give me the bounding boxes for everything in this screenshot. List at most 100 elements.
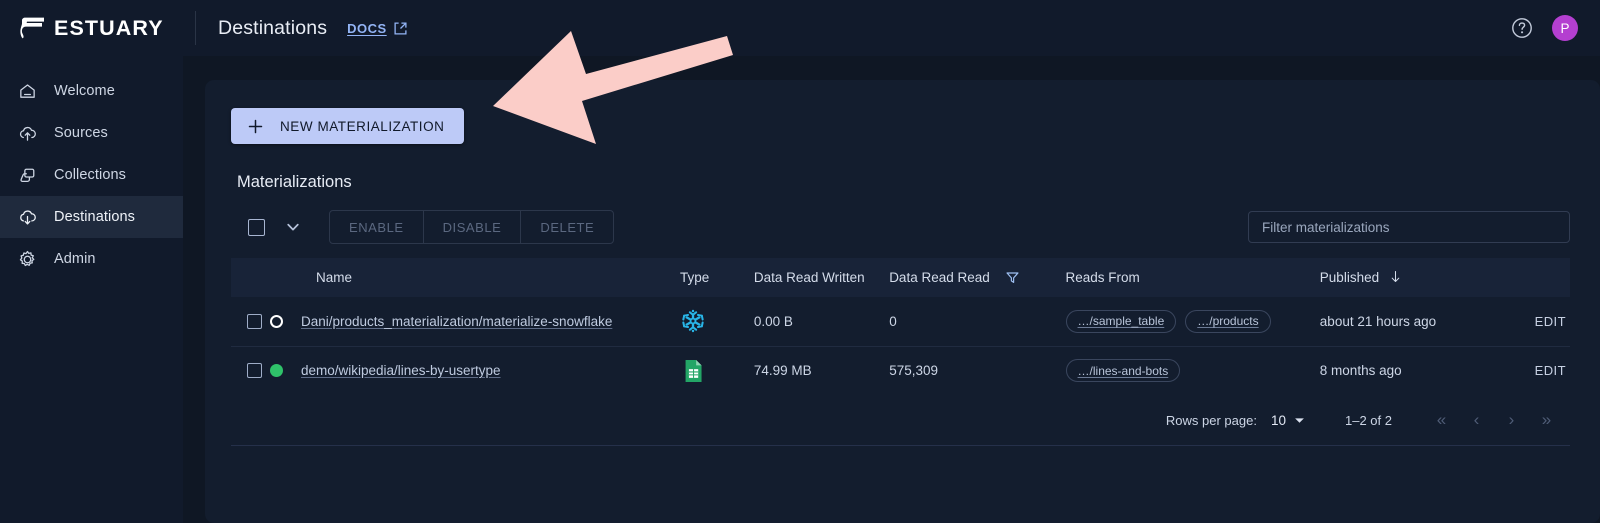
row-type-cell [680,345,754,395]
col-edit [1484,258,1570,297]
topbar-divider [195,11,196,45]
enable-button[interactable]: ENABLE [330,211,424,243]
sidebar-item-collections[interactable]: Collections [0,154,183,196]
reads-from-chip[interactable]: …/products [1185,309,1271,333]
sidebar-item-label: Sources [54,125,108,141]
help-circle-icon[interactable] [1511,17,1533,39]
page-title: Destinations [218,16,328,39]
table-header: Name Type Data Read Written Data Read Re… [231,258,1570,297]
row-reads-from: …/lines-and-bots [1065,345,1320,395]
status-indicator-active-icon [269,364,283,378]
cloud-download-icon [20,209,36,225]
select-all-checkbox[interactable] [248,218,265,236]
sidebar-item-admin[interactable]: Admin [0,238,183,280]
reads-from-chip[interactable]: …/lines-and-bots [1065,359,1181,383]
table-row[interactable]: demo/wikipedia/lines-by-usertype 74.99 M… [231,345,1570,395]
new-materialization-button[interactable]: NEW MATERIALIZATION [231,108,465,144]
delete-button[interactable]: DELETE [521,211,613,243]
page-body: Welcome Sources Collections Destinations… [0,56,1600,523]
rows-per-page-select[interactable]: 10 [1271,413,1305,428]
top-bar: ESTUARY Destinations DOCS P [0,0,1600,56]
row-data-read: 0 [889,313,897,329]
caret-down-icon [1295,417,1304,423]
row-reads-from: …/sample_table …/products [1065,297,1320,346]
last-page-button[interactable]: » [1529,405,1564,435]
row-name-cell: Dani/products_materialization/materializ… [269,297,680,346]
row-data-read: 575,309 [889,345,1066,395]
estuary-logo-icon [20,17,44,39]
disable-button[interactable]: DISABLE [424,211,522,243]
row-name-cell: demo/wikipedia/lines-by-usertype [269,345,681,395]
materializations-table: Name Type Data Read Written Data Read Re… [231,258,1570,395]
table-row[interactable]: Dani/products_materialization/materializ… [231,297,1570,346]
rows-per-page-label: Rows per page: [1165,412,1257,428]
avatar[interactable]: P [1552,15,1578,41]
gear-icon [19,250,35,266]
col-data-read-read[interactable]: Data Read Read [889,258,1065,297]
sidebar-item-sources[interactable]: Sources [0,112,183,154]
materializations-card: NEW MATERIALIZATION Materializations ENA… [205,80,1600,523]
chevron-down-icon[interactable] [285,219,301,235]
col-checkbox [231,258,270,297]
collections-icon [20,168,35,182]
prev-page-button[interactable]: ‹ [1459,405,1494,435]
brand-name: ESTUARY [54,15,164,40]
sidebar-item-label: Welcome [54,83,115,99]
col-published-label: Published [1319,270,1380,285]
main-content: NEW MATERIALIZATION Materializations ENA… [183,56,1600,523]
first-page-button[interactable]: « [1424,405,1459,435]
external-link-icon [394,21,407,35]
reads-from-chip[interactable]: …/sample_table [1065,309,1177,333]
next-page-button[interactable]: › [1494,405,1529,435]
pagination: Rows per page: 10 1–2 of 2 « ‹ › » [231,395,1570,446]
col-published[interactable]: Published [1320,258,1484,297]
col-data-read-written[interactable]: Data Read Written [754,258,889,297]
row-data-written: 0.00 B [753,313,793,329]
col-name[interactable]: Name [270,258,680,297]
sidebar-item-label: Admin [54,251,96,267]
row-data-written: 74.99 MB [753,345,890,395]
snowflake-icon [682,310,704,333]
sidebar-item-destinations[interactable]: Destinations [0,196,183,238]
edit-button[interactable]: EDIT [1484,363,1570,378]
edit-button[interactable]: EDIT [1484,314,1570,329]
row-checkbox-cell [231,297,270,346]
table-header-row: Name Type Data Read Written Data Read Re… [231,258,1570,297]
row-published: about 21 hours ago [1319,313,1437,329]
pagination-nav: « ‹ › » [1424,405,1564,435]
filter-funnel-icon[interactable] [1005,270,1020,285]
row-type-cell [680,297,754,346]
cloud-upload-icon [19,126,36,141]
destinations-page: ESTUARY Destinations DOCS P Welcome Sour… [0,0,1600,523]
col-type[interactable]: Type [680,258,754,297]
new-materialization-label: NEW MATERIALIZATION [280,118,445,134]
row-checkbox[interactable] [247,363,262,379]
col-reads-from[interactable]: Reads From [1066,258,1320,297]
row-edit-cell: EDIT [1484,297,1570,346]
materialization-name-link[interactable]: Dani/products_materialization/materializ… [301,314,612,329]
plus-icon [248,119,263,133]
docs-link[interactable]: DOCS [347,21,407,36]
col-data-read-read-label: Data Read Read [889,270,990,285]
sidebar: Welcome Sources Collections Destinations… [0,56,183,523]
row-published: 8 months ago [1319,345,1484,395]
row-checkbox[interactable] [247,313,262,329]
row-checkbox-cell [231,345,270,395]
section-title: Materializations [237,173,352,191]
table-body: Dani/products_materialization/materializ… [231,297,1570,395]
filter-materializations-input[interactable] [1248,211,1570,243]
rows-per-page-value: 10 [1270,412,1286,428]
sidebar-item-label: Collections [54,167,127,183]
status-indicator-open-icon [269,314,283,328]
row-edit-cell: EDIT [1483,345,1570,395]
arrow-down-icon [1391,270,1400,283]
sidebar-item-welcome[interactable]: Welcome [0,70,183,112]
materialization-name-link[interactable]: demo/wikipedia/lines-by-usertype [301,363,501,378]
sidebar-item-label: Destinations [54,209,135,225]
bulk-action-group: ENABLE DISABLE DELETE [329,210,615,244]
table-toolbar: ENABLE DISABLE DELETE [237,210,1570,244]
brand-logo[interactable]: ESTUARY [20,16,185,41]
home-icon [20,83,35,98]
google-sheets-icon [685,359,702,382]
docs-link-label: DOCS [347,20,387,36]
